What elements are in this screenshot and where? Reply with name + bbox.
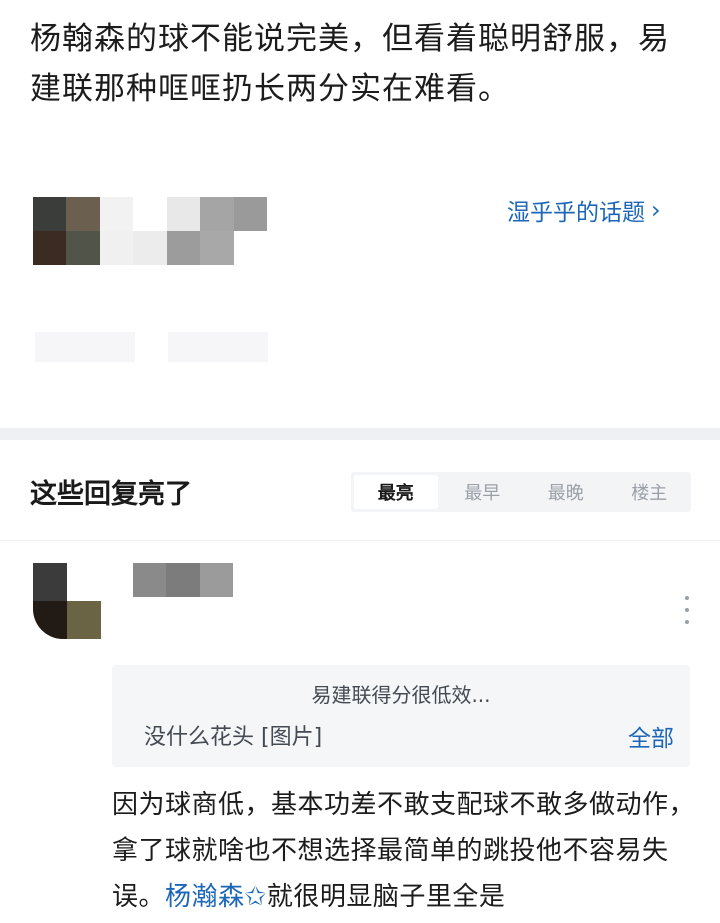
mosaic-cell: [67, 563, 101, 601]
topic-link[interactable]: 湿乎乎的话题 ›: [507, 193, 661, 227]
blurred-username[interactable]: [133, 563, 233, 597]
comment-body: 因为球商低，基本功差不敢支配球不敢多做动作，拿了球就啥也不想选择最简单的跳投他不…: [112, 782, 702, 920]
sort-tab-latest[interactable]: 最晚: [524, 472, 608, 512]
blurred-placeholder: [35, 332, 135, 362]
quoted-text-line: 易建联得分很低效...: [311, 683, 491, 707]
mosaic-cell: [200, 197, 234, 231]
divider: [0, 540, 720, 541]
mosaic-cell: [99, 231, 134, 265]
sort-tab-earliest[interactable]: 最早: [441, 472, 525, 512]
post-text: 杨翰森的球不能说完美，但看着聪明舒服，易建联那种哐哐扔长两分实在难看。: [30, 21, 670, 107]
mosaic-cell: [33, 231, 67, 265]
mosaic-cell: [233, 197, 267, 231]
avatar[interactable]: [33, 563, 101, 639]
mosaic-cell: [99, 197, 134, 231]
mosaic-cell: [66, 197, 100, 231]
quoted-reply[interactable]: 易建联得分很低效... 没什么花头 [图片] 全部: [112, 665, 690, 767]
quoted-text-line: 没什么花头 [图片]: [144, 725, 323, 750]
mosaic-cell: [233, 231, 267, 265]
blurred-placeholder: [168, 332, 268, 362]
more-vertical-icon[interactable]: [680, 596, 694, 624]
mosaic-cell: [133, 563, 167, 597]
mosaic-cell: [67, 601, 101, 639]
comment-text: 就很明显脑子里全是: [266, 882, 506, 912]
mosaic-cell: [133, 197, 167, 231]
mosaic-cell: [33, 197, 67, 231]
mosaic-cell: [133, 231, 167, 265]
sort-tabs: 最亮 最早 最晚 楼主: [351, 472, 691, 512]
mosaic-cell: [200, 231, 234, 265]
topic-link-label[interactable]: 湿乎乎的话题: [507, 193, 645, 227]
sort-tab-hottest[interactable]: 最亮: [354, 475, 438, 509]
expand-all-link[interactable]: 全部: [628, 719, 674, 753]
mosaic-cell: [33, 601, 67, 639]
section-divider: [0, 428, 720, 440]
mosaic-cell: [166, 563, 200, 597]
sort-tab-op[interactable]: 楼主: [608, 472, 692, 512]
chevron-right-icon[interactable]: ›: [651, 196, 661, 224]
mosaic-cell: [166, 197, 201, 231]
star-icon: ✩: [244, 882, 267, 912]
replies-section-title: 这些回复亮了: [30, 479, 192, 510]
mosaic-cell: [166, 231, 201, 265]
user-mention-link[interactable]: 杨瀚森: [165, 882, 245, 912]
blurred-avatar-group: [33, 197, 267, 265]
mosaic-cell: [199, 563, 233, 597]
mosaic-cell: [66, 231, 100, 265]
mosaic-cell: [33, 563, 67, 601]
